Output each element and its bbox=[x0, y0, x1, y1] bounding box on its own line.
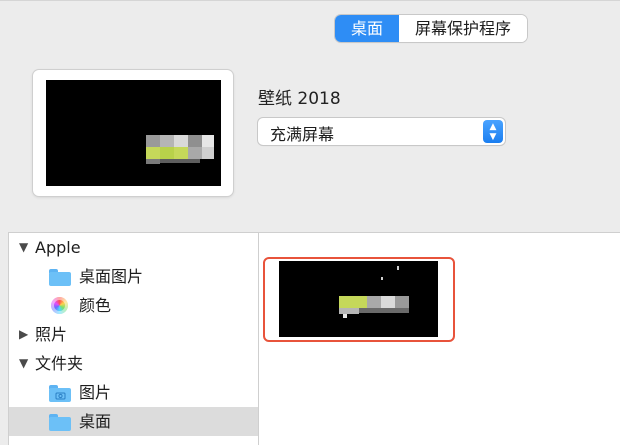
wallpaper-name: 壁纸 2018 bbox=[258, 89, 341, 109]
sidebar-item-label: 桌面 bbox=[79, 412, 112, 431]
sidebar-group-label: Apple bbox=[35, 238, 81, 257]
wallpaper-artwork bbox=[46, 80, 221, 186]
sidebar-item-colors[interactable]: 颜色 bbox=[9, 291, 258, 320]
wallpaper-thumbnail-selected[interactable] bbox=[263, 257, 455, 342]
wallpaper-preview bbox=[33, 70, 233, 196]
sidebar-item-desktop[interactable]: 桌面 bbox=[9, 407, 258, 436]
disclosure-open-icon[interactable]: ▼ bbox=[19, 233, 33, 262]
sidebar-group-label: 文件夹 bbox=[35, 354, 84, 373]
wallpaper-thumbnail-image bbox=[279, 261, 438, 337]
sidebar-item-pictures[interactable]: 图片 bbox=[9, 378, 258, 407]
sidebar-group-folders[interactable]: ▼ 文件夹 bbox=[9, 349, 258, 378]
fit-select-value: 充满屏幕 bbox=[270, 125, 335, 144]
sidebar-group-photos[interactable]: ▶ 照片 bbox=[9, 320, 258, 349]
sidebar-item-label: 桌面图片 bbox=[79, 267, 144, 286]
disclosure-closed-icon[interactable]: ▶ bbox=[19, 320, 33, 349]
folder-icon bbox=[49, 414, 71, 431]
source-sidebar: ▼ Apple 桌面图片 颜色 ▶ 照片 ▼ 文件夹 图片 桌面 bbox=[8, 232, 259, 445]
disclosure-open-icon[interactable]: ▼ bbox=[19, 349, 33, 378]
sidebar-item-label: 图片 bbox=[79, 383, 112, 402]
tab-bar: 桌面 屏幕保护程序 bbox=[335, 15, 528, 42]
top-divider bbox=[0, 0, 620, 1]
tab-screen-saver[interactable]: 屏幕保护程序 bbox=[399, 15, 528, 42]
color-wheel-icon bbox=[51, 297, 68, 314]
wallpaper-thumbnail-artwork bbox=[279, 261, 438, 337]
sidebar-item-desktop-pictures[interactable]: 桌面图片 bbox=[9, 262, 258, 291]
fit-select[interactable]: 充满屏幕 ▲ ▼ bbox=[258, 118, 505, 145]
tab-desktop[interactable]: 桌面 bbox=[335, 15, 400, 42]
pictures-folder-icon bbox=[49, 385, 71, 402]
select-stepper-icon: ▲ ▼ bbox=[483, 120, 503, 143]
sidebar-group-label: 照片 bbox=[35, 325, 68, 344]
sidebar-group-apple[interactable]: ▼ Apple bbox=[9, 233, 258, 262]
wallpaper-preview-image bbox=[46, 80, 221, 186]
sidebar-item-label: 颜色 bbox=[79, 296, 112, 315]
folder-icon bbox=[49, 269, 71, 286]
